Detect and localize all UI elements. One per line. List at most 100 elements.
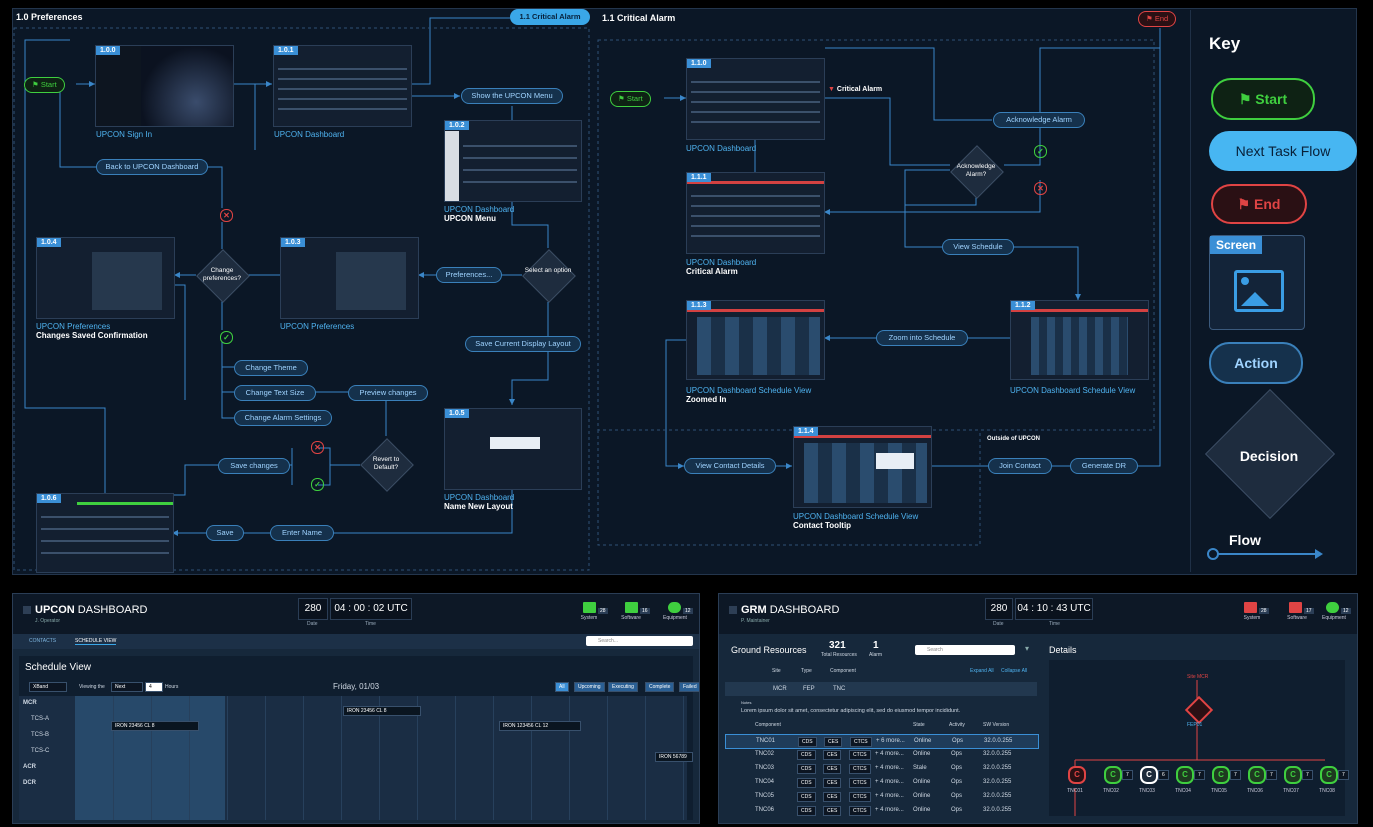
- filter-all[interactable]: All: [555, 682, 569, 692]
- screen-caption: UPCON Dashboard Schedule View: [1010, 386, 1136, 395]
- search-input[interactable]: Search...: [586, 636, 693, 646]
- node-label: TNC05: [1211, 788, 1227, 794]
- more-link: + 4 more...: [875, 765, 904, 771]
- equipment-icon[interactable]: [1326, 602, 1339, 613]
- view-contact-details-action[interactable]: View Contact Details: [684, 458, 776, 474]
- change-text-size-action[interactable]: Change Text Size: [234, 385, 316, 401]
- node-tnc03[interactable]: C: [1140, 766, 1158, 784]
- event-iron-23456-a[interactable]: IRON 23456 CL 8: [111, 721, 199, 731]
- screen-name-layout[interactable]: 1.0.5: [444, 408, 582, 490]
- screen-alarm-dashboard[interactable]: 1.1.0: [686, 58, 825, 140]
- chip-ctcs: CTCS: [849, 750, 871, 760]
- save-action[interactable]: Save: [206, 525, 244, 541]
- show-menu-action[interactable]: Show the UPCON Menu: [461, 88, 563, 104]
- preferences-action[interactable]: Preferences...: [436, 267, 502, 283]
- col-component[interactable]: Component: [830, 668, 856, 674]
- node-tnc05[interactable]: C: [1212, 766, 1230, 784]
- schedule-title: Schedule View: [25, 662, 91, 673]
- event-iron-123456[interactable]: IRON 123456 CL 12: [499, 721, 581, 731]
- preview-changes-action[interactable]: Preview changes: [348, 385, 428, 401]
- join-contact-action[interactable]: Join Contact: [988, 458, 1052, 474]
- menu-icon[interactable]: [23, 606, 31, 614]
- screen-contact-tooltip[interactable]: 1.1.4: [793, 426, 932, 508]
- screen-sign-in[interactable]: 1.0.0: [95, 45, 234, 127]
- menu-icon[interactable]: [729, 606, 737, 614]
- grid-column: [113, 696, 152, 820]
- screen-dashboard-101[interactable]: 1.0.1: [273, 45, 412, 127]
- decision-select-option[interactable]: Select an option: [522, 249, 576, 303]
- band-select[interactable]: XBand: [29, 682, 67, 692]
- enter-name-action[interactable]: Enter Name: [270, 525, 334, 541]
- col-site[interactable]: Site: [772, 668, 781, 674]
- row-acr[interactable]: ACR: [23, 764, 36, 770]
- decision-acknowledge-alarm[interactable]: Acknowledge Alarm?: [950, 145, 1004, 199]
- view-schedule-action[interactable]: View Schedule: [942, 239, 1014, 255]
- software-alarm-icon[interactable]: [1289, 602, 1302, 613]
- node-tnc07[interactable]: C: [1284, 766, 1302, 784]
- change-theme-action[interactable]: Change Theme: [234, 360, 308, 376]
- node-tnc04[interactable]: C: [1176, 766, 1194, 784]
- start-node-preferences[interactable]: ⚑ Start: [24, 77, 65, 93]
- row-dcr[interactable]: DCR: [23, 780, 36, 786]
- node-tnc01[interactable]: C: [1068, 766, 1086, 784]
- screen-preferences[interactable]: 1.0.3: [280, 237, 419, 319]
- alarm-value: 1: [873, 640, 879, 651]
- screen-critical-alarm[interactable]: 1.1.1: [686, 172, 825, 254]
- collapse-all-link[interactable]: Collapse All: [1001, 668, 1027, 674]
- node-tnc06[interactable]: C: [1248, 766, 1266, 784]
- start-node-alarm[interactable]: ⚑ Start: [610, 91, 651, 107]
- resource-search-input[interactable]: Search: [915, 645, 1015, 655]
- tab-bar: CONTACTS SCHEDULE VIEW Search...: [13, 634, 699, 649]
- component-activity: Ops: [951, 793, 963, 799]
- filter-executing[interactable]: Executing: [608, 682, 638, 692]
- node-tnc02[interactable]: C: [1104, 766, 1122, 784]
- date-value: 280: [298, 598, 328, 620]
- tab-contacts[interactable]: CONTACTS: [29, 638, 56, 644]
- generate-dr-action[interactable]: Generate DR: [1070, 458, 1138, 474]
- legend-flow-label: Flow: [1229, 532, 1261, 548]
- save-layout-action[interactable]: Save Current Display Layout: [465, 336, 581, 352]
- back-to-dashboard-action[interactable]: Back to UPCON Dashboard: [96, 159, 208, 175]
- acknowledge-alarm-action[interactable]: Acknowledge Alarm: [993, 112, 1085, 128]
- filter-failed[interactable]: Failed: [679, 682, 699, 692]
- row-mcr[interactable]: MCR: [23, 700, 37, 706]
- filter-icon[interactable]: ▾: [1025, 644, 1029, 653]
- table-row[interactable]: TNC03 CDS CES CTCS + 4 more... Stale Ops 32.0.0…: [725, 762, 1037, 775]
- alarm-label: Alarm: [869, 652, 883, 658]
- col-type[interactable]: Type: [801, 668, 812, 674]
- component-state: Online: [913, 807, 931, 813]
- group-row[interactable]: MCR FEP TNC: [725, 682, 1037, 696]
- decision-change-preferences[interactable]: Change preferences?: [196, 249, 250, 303]
- tab-schedule-view[interactable]: SCHEDULE VIEW: [75, 638, 117, 645]
- screen-layout-saved[interactable]: 1.0.6: [36, 493, 174, 573]
- chip-ctcs: CTCS: [850, 737, 872, 747]
- table-row[interactable]: TNC05 CDS CES CTCS + 4 more... Online Ops 32.0.…: [725, 790, 1037, 803]
- range-select[interactable]: Next: [111, 682, 143, 692]
- screen-schedule-view[interactable]: 1.1.2: [1010, 300, 1149, 380]
- save-changes-action[interactable]: Save changes: [218, 458, 290, 474]
- filter-complete[interactable]: Complete: [645, 682, 675, 692]
- end-node[interactable]: ⚑ End: [1138, 11, 1177, 27]
- screen-schedule-zoomed[interactable]: 1.1.3: [686, 300, 825, 380]
- filter-upcoming[interactable]: Upcoming: [574, 682, 605, 692]
- node-tnc08[interactable]: C: [1320, 766, 1338, 784]
- table-row[interactable]: TNC06 CDS CES CTCS + 4 more... Online Ops 32.0.…: [725, 804, 1037, 817]
- zoom-schedule-action[interactable]: Zoom into Schedule: [876, 330, 968, 346]
- critical-alarm-flow-link[interactable]: 1.1 Critical Alarm: [510, 9, 590, 25]
- screen-dashboard-menu[interactable]: 1.0.2: [444, 120, 582, 202]
- software-icon[interactable]: [625, 602, 638, 613]
- expand-all-link[interactable]: Expand All: [970, 668, 994, 674]
- system-alarm-icon[interactable]: [1244, 602, 1257, 613]
- equipment-icon[interactable]: [668, 602, 681, 613]
- decision-revert-default[interactable]: Revert to Default?: [360, 438, 414, 492]
- change-alarm-settings-action[interactable]: Change Alarm Settings: [234, 410, 332, 426]
- node-label: TNC06: [1247, 788, 1263, 794]
- hours-input[interactable]: 4: [145, 682, 163, 692]
- system-icon[interactable]: [583, 602, 596, 613]
- table-row[interactable]: TNC02 CDS CES CTCS + 4 more... Online Ops 32.0.…: [725, 748, 1037, 761]
- screen-preferences-saved[interactable]: 1.0.4: [36, 237, 175, 319]
- table-row[interactable]: TNC04 CDS CES CTCS + 4 more... Online Ops 32.0.…: [725, 776, 1037, 789]
- table-row[interactable]: TNC01 CDS CES CTCS + 6 more... Online Ops 32.0.…: [725, 734, 1039, 749]
- event-iron-56789[interactable]: IRON 56789: [655, 752, 693, 762]
- event-iron-23456-b[interactable]: IRON 23456 CL 8: [343, 706, 421, 716]
